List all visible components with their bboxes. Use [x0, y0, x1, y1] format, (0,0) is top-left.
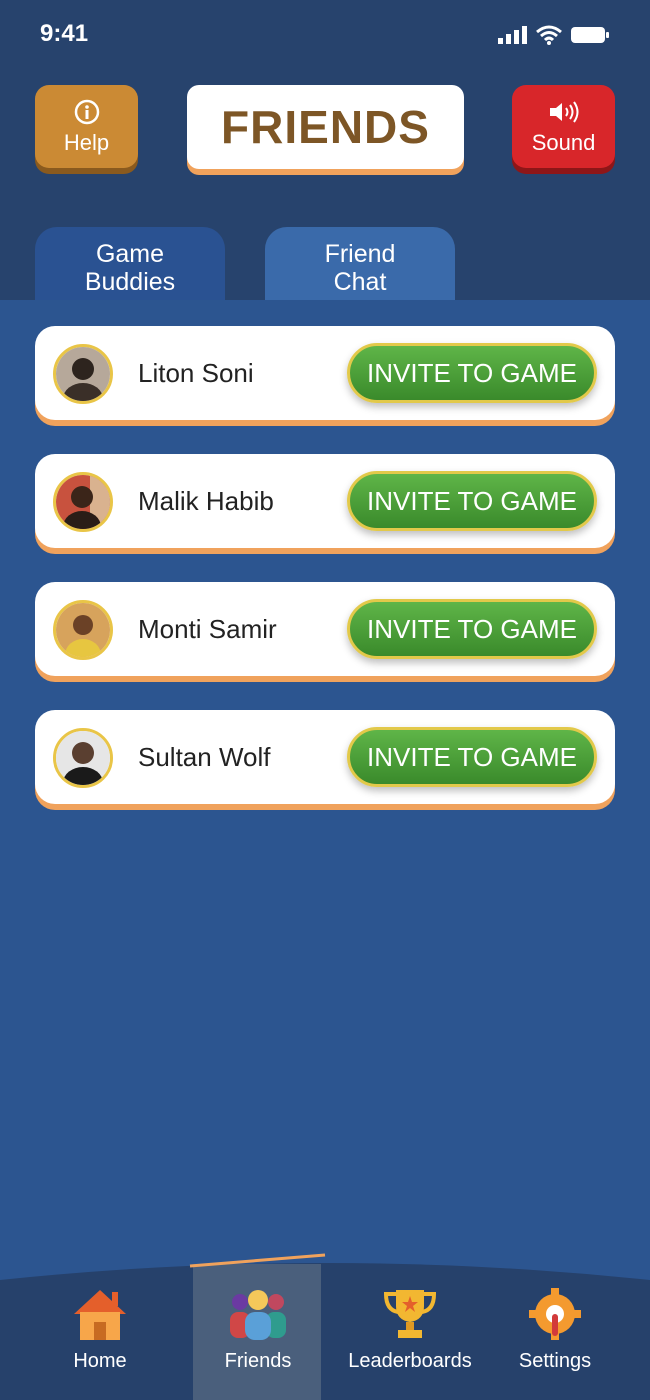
- friend-name: Liton Soni: [138, 358, 254, 388]
- nav-home[interactable]: Home: [40, 1282, 160, 1400]
- friend-card: Sultan Wolf INVITE TO GAME: [35, 710, 615, 804]
- avatar: [53, 472, 113, 532]
- battery-icon: [571, 27, 609, 43]
- nav-settings[interactable]: Settings: [495, 1282, 615, 1400]
- settings-gear-icon: [529, 1288, 581, 1340]
- sound-label: Sound: [531, 129, 596, 155]
- invite-to-game-button[interactable]: INVITE TO GAME: [347, 727, 597, 787]
- friend-name: Monti Samir: [138, 614, 277, 644]
- status-icons: [498, 24, 610, 46]
- friend-card: Malik Habib INVITE TO GAME: [35, 454, 615, 548]
- nav-home-label: Home: [73, 1350, 127, 1372]
- help-label: Help: [63, 129, 110, 155]
- tab-game-buddies-line2: Buddies: [84, 268, 176, 296]
- wifi-icon: [536, 25, 562, 45]
- page-title: FRIENDS: [221, 101, 430, 153]
- tab-game-buddies-line1: Game: [95, 240, 165, 268]
- home-icon: [74, 1290, 126, 1340]
- tab-friend-chat[interactable]: Friend Chat: [265, 227, 455, 300]
- speaker-icon: [548, 98, 580, 126]
- friend-name: Sultan Wolf: [138, 742, 271, 772]
- status-time: 9:41: [40, 20, 89, 47]
- invite-to-game-button[interactable]: INVITE TO GAME: [347, 599, 597, 659]
- avatar: [53, 344, 113, 404]
- friend-card: Monti Samir INVITE TO GAME: [35, 582, 615, 676]
- status-bar: 9:41: [0, 0, 650, 70]
- tab-friend-chat-line2: Chat: [333, 268, 387, 296]
- sound-button[interactable]: Sound: [512, 85, 615, 168]
- nav-leaderboards[interactable]: Leaderboards: [330, 1282, 490, 1400]
- friend-card: Liton Soni INVITE TO GAME: [35, 326, 615, 420]
- nav-friends-label: Friends: [224, 1350, 292, 1372]
- friends-icon: [230, 1290, 286, 1340]
- bottom-nav: Home Friends Leaderboards Settings: [0, 1252, 650, 1400]
- invite-to-game-button[interactable]: INVITE TO GAME: [347, 343, 597, 403]
- help-button[interactable]: Help: [35, 85, 138, 168]
- tab-friend-chat-line1: Friend: [324, 240, 396, 268]
- signal-icon: [498, 26, 527, 44]
- invite-to-game-button[interactable]: INVITE TO GAME: [347, 471, 597, 531]
- trophy-icon: [383, 1290, 437, 1338]
- tab-game-buddies[interactable]: Game Buddies: [35, 227, 225, 300]
- info-icon: [74, 98, 100, 126]
- page-title-box: FRIENDS: [187, 85, 464, 169]
- avatar: [53, 728, 113, 788]
- nav-friends[interactable]: Friends: [195, 1282, 321, 1400]
- nav-leaderboards-label: Leaderboards: [348, 1350, 472, 1372]
- nav-settings-label: Settings: [518, 1350, 592, 1372]
- friend-name: Malik Habib: [138, 486, 274, 516]
- avatar: [53, 600, 113, 660]
